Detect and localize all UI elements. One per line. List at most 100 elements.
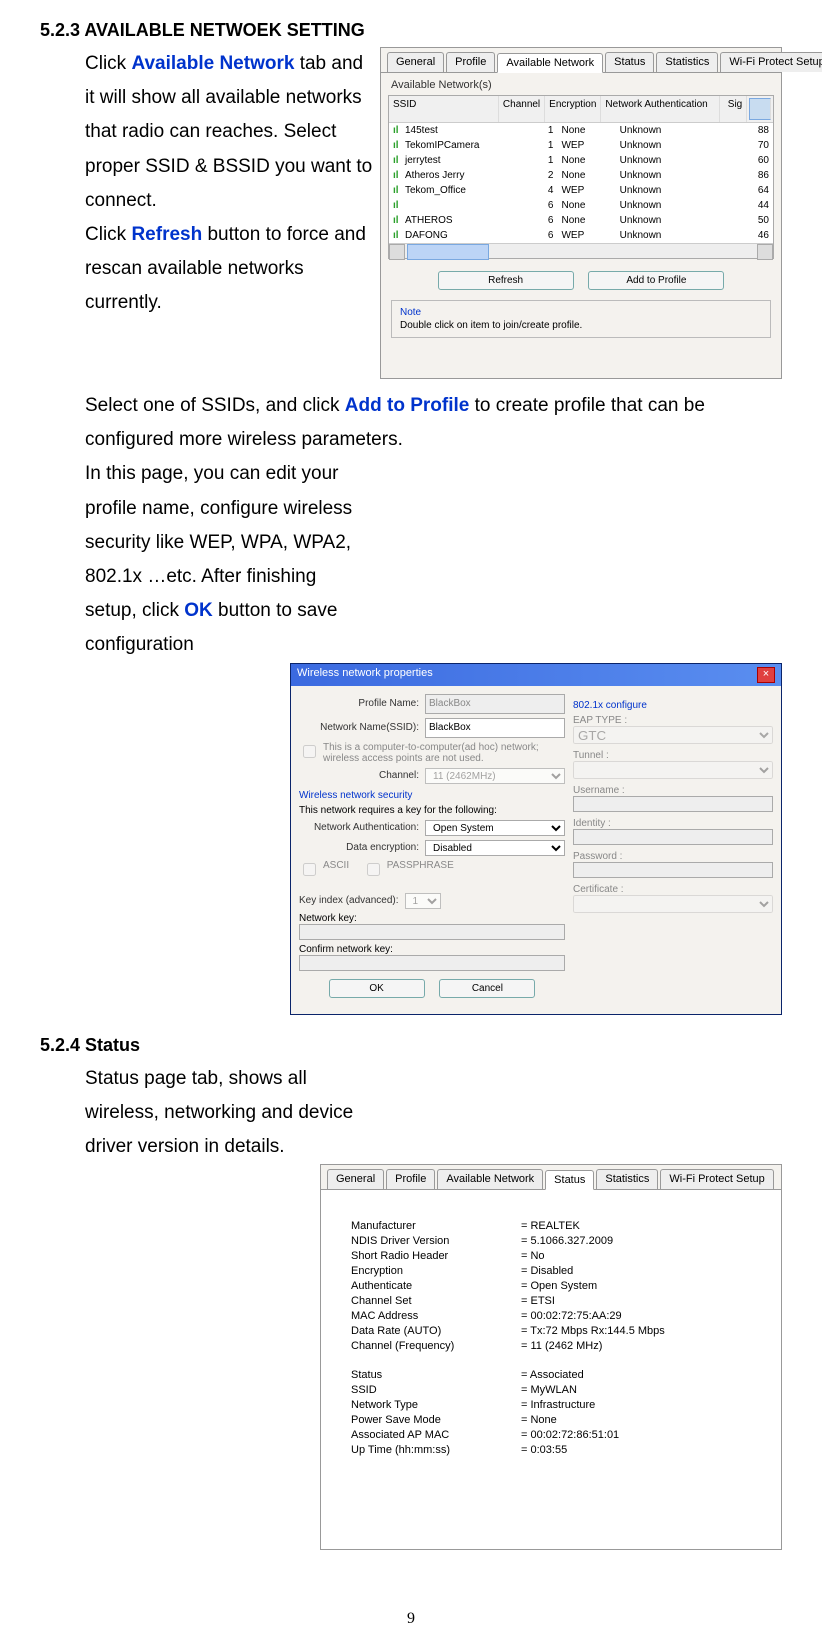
network-row[interactable]: ılAtheros Jerry2NoneUnknown86	[389, 168, 773, 183]
scroll-thumb[interactable]	[407, 244, 489, 260]
identity-label: Identity :	[573, 818, 773, 829]
signal-icon: ıl	[393, 170, 405, 181]
key-index-select[interactable]: 1	[405, 893, 441, 909]
tab-wps[interactable]: Wi-Fi Protect Setup	[720, 52, 822, 72]
password-label: Password :	[573, 851, 773, 862]
status-row: Channel Set= ETSI	[351, 1295, 751, 1307]
ssid-input[interactable]	[425, 718, 565, 738]
network-key-label: Network key:	[299, 913, 565, 924]
username-label: Username :	[573, 785, 773, 796]
tab-general[interactable]: General	[387, 52, 444, 72]
tab-wps[interactable]: Wi-Fi Protect Setup	[660, 1169, 773, 1189]
close-icon[interactable]: ×	[757, 667, 775, 683]
signal-icon: ıl	[393, 155, 405, 166]
tab-profile[interactable]: Profile	[446, 52, 495, 72]
tab-bar-status: General Profile Available Network Status…	[321, 1165, 781, 1190]
network-key-input[interactable]	[299, 924, 565, 940]
tab-statistics[interactable]: Statistics	[656, 52, 718, 72]
tab-available-network[interactable]: Available Network	[497, 53, 603, 73]
ascii-checkbox[interactable]	[303, 863, 316, 876]
scroll-left-icon[interactable]	[389, 244, 405, 260]
password-input[interactable]	[573, 862, 773, 878]
col-header-signal[interactable]: Sig	[720, 96, 748, 122]
col-header-auth[interactable]: Network Authentication	[601, 96, 719, 122]
net-auth-select[interactable]: Open System	[425, 820, 565, 836]
network-row[interactable]: ıljerrytest1NoneUnknown60	[389, 153, 773, 168]
net-auth-label: Network Authentication:	[299, 822, 419, 833]
signal-icon: ıl	[393, 125, 405, 136]
paragraph-available-network: Click Available Network tab and it will …	[85, 47, 375, 321]
note-text: Double click on item to join/create prof…	[400, 320, 762, 331]
eap-select[interactable]: GTC	[573, 726, 773, 744]
note-box: Note Double click on item to join/create…	[391, 300, 771, 338]
adhoc-text: This is a computer-to-computer(ad hoc) n…	[323, 742, 565, 764]
tunnel-label: Tunnel :	[573, 750, 773, 761]
note-title: Note	[400, 307, 762, 318]
col-header-channel[interactable]: Channel	[499, 96, 545, 122]
section-title-524: 5.2.4 Status	[40, 1035, 782, 1056]
network-row[interactable]: ılDAFONG6WEPUnknown46	[389, 228, 773, 243]
security-group-title: Wireless network security	[299, 790, 565, 801]
security-text: This network requires a key for the foll…	[299, 805, 565, 816]
status-row: Power Save Mode= None	[351, 1414, 751, 1426]
tab-general[interactable]: General	[327, 1169, 384, 1189]
channel-select[interactable]: 11 (2462MHz)	[425, 768, 565, 784]
network-row[interactable]: ılTekom_Office4WEPUnknown64	[389, 183, 773, 198]
certificate-label: Certificate :	[573, 884, 773, 895]
signal-icon: ıl	[393, 185, 405, 196]
network-row[interactable]: ıl6NoneUnknown44	[389, 198, 773, 213]
status-row: Channel (Frequency)= 11 (2462 MHz)	[351, 1340, 751, 1352]
scroll-up-icon[interactable]	[749, 98, 771, 120]
signal-icon: ıl	[393, 230, 405, 241]
status-row: Data Rate (AUTO)= Tx:72 Mbps Rx:144.5 Mb…	[351, 1325, 751, 1337]
data-enc-select[interactable]: Disabled	[425, 840, 565, 856]
ok-button[interactable]: OK	[329, 979, 425, 998]
cancel-button[interactable]: Cancel	[439, 979, 535, 998]
paragraph-profile-edit: In this page, you can edit your profile …	[85, 457, 365, 662]
tab-statistics[interactable]: Statistics	[596, 1169, 658, 1189]
scroll-right-icon[interactable]	[757, 244, 773, 260]
username-input[interactable]	[573, 796, 773, 812]
add-to-profile-button[interactable]: Add to Profile	[588, 271, 724, 290]
refresh-keyword: Refresh	[131, 224, 202, 245]
tunnel-select[interactable]	[573, 761, 773, 779]
data-enc-label: Data encryption:	[299, 842, 419, 853]
tab-bar: General Profile Available Network Status…	[381, 48, 781, 73]
tab-status[interactable]: Status	[605, 52, 654, 72]
ssid-label: Network Name(SSID):	[299, 722, 419, 733]
status-row: NDIS Driver Version= 5.1066.327.2009	[351, 1235, 751, 1247]
adhoc-checkbox[interactable]	[303, 745, 316, 758]
tab-available-network[interactable]: Available Network	[437, 1169, 543, 1189]
add-to-profile-keyword: Add to Profile	[345, 395, 470, 416]
tab-profile[interactable]: Profile	[386, 1169, 435, 1189]
network-list[interactable]: SSID Channel Encryption Network Authenti…	[388, 95, 774, 259]
refresh-button[interactable]: Refresh	[438, 271, 574, 290]
signal-icon: ıl	[393, 215, 405, 226]
eap-label: EAP TYPE :	[573, 715, 773, 726]
network-row[interactable]: ılTekomIPCamera1WEPUnknown70	[389, 138, 773, 153]
status-row: MAC Address= 00:02:72:75:AA:29	[351, 1310, 751, 1322]
page-number: 9	[40, 1610, 782, 1628]
confirm-key-input[interactable]	[299, 955, 565, 971]
passphrase-checkbox[interactable]	[367, 863, 380, 876]
signal-icon: ıl	[393, 200, 405, 211]
profile-name-input[interactable]	[425, 694, 565, 714]
8021x-title: 802.1x configure	[573, 700, 773, 711]
profile-name-label: Profile Name:	[299, 698, 419, 709]
col-header-ssid[interactable]: SSID	[389, 96, 499, 122]
status-row: Manufacturer= REALTEK	[351, 1220, 751, 1232]
available-network-keyword: Available Network	[131, 53, 294, 74]
paragraph-add-to-profile: Select one of SSIDs, and click Add to Pr…	[85, 389, 782, 457]
network-row[interactable]: ılATHEROS6NoneUnknown50	[389, 213, 773, 228]
identity-input[interactable]	[573, 829, 773, 845]
col-header-encryption[interactable]: Encryption	[545, 96, 601, 122]
paragraph-status: Status page tab, shows all wireless, net…	[85, 1062, 355, 1165]
status-row: Network Type= Infrastructure	[351, 1399, 751, 1411]
network-row[interactable]: ıl145test1NoneUnknown88	[389, 123, 773, 138]
confirm-key-label: Confirm network key:	[299, 944, 565, 955]
horizontal-scrollbar[interactable]	[389, 243, 773, 258]
certificate-select[interactable]	[573, 895, 773, 913]
screenshot-status: General Profile Available Network Status…	[320, 1164, 782, 1550]
screenshot-available-network: General Profile Available Network Status…	[380, 47, 782, 379]
tab-status[interactable]: Status	[545, 1170, 594, 1190]
